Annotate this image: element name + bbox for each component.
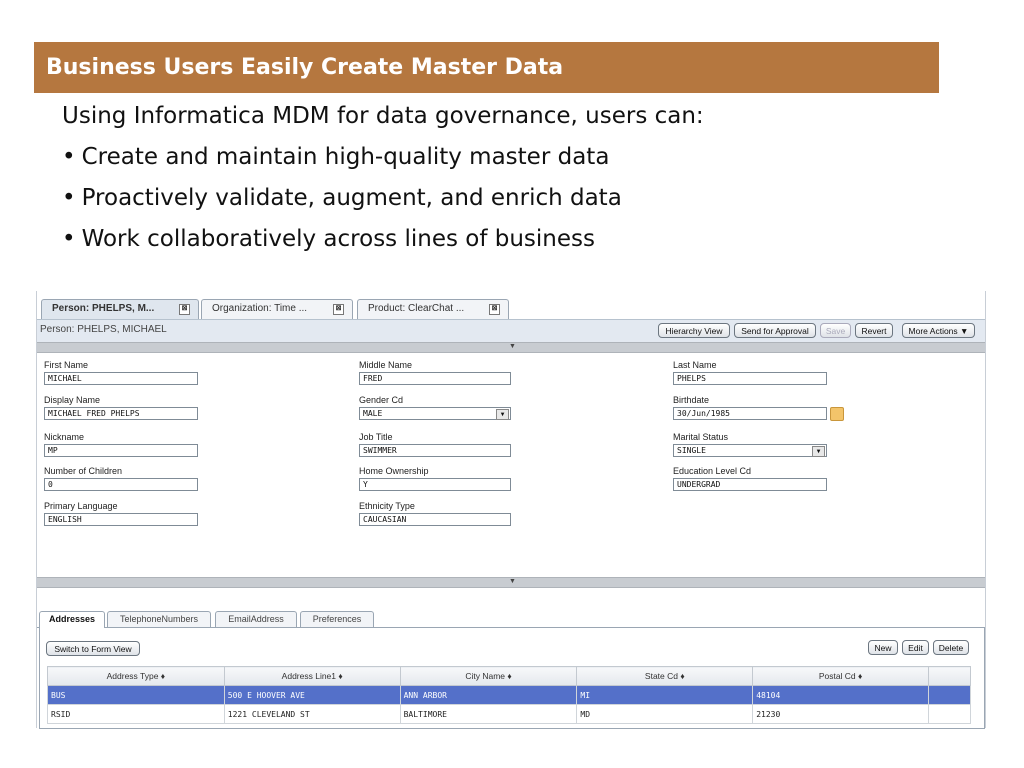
birthdate-field[interactable]: 30/Jun/1985 xyxy=(673,407,827,420)
table-cell: 48104 xyxy=(752,685,929,705)
job-title-field[interactable]: SWIMMER xyxy=(359,444,511,457)
label-primary-language: Primary Language xyxy=(44,501,118,511)
column-header-empty xyxy=(928,666,971,686)
section-splitter[interactable]: ▼ xyxy=(37,342,985,353)
child-tabs: Addresses TelephoneNumbers EmailAddress … xyxy=(37,609,985,628)
new-button[interactable]: New xyxy=(868,640,898,655)
table-cell: 500 E HOOVER AVE xyxy=(223,685,401,705)
tab-label: Person: PHELPS, M... xyxy=(52,303,155,314)
education-level-cd-field[interactable]: UNDERGRAD xyxy=(673,478,827,491)
revert-button[interactable]: Revert xyxy=(855,323,893,338)
tab-product[interactable]: Product: ClearChat ... ⊠ xyxy=(357,299,509,319)
section-splitter[interactable]: ▼ xyxy=(37,577,985,588)
column-header-address-line1[interactable]: Address Line1 ♦ xyxy=(223,666,401,686)
table-cell xyxy=(928,704,971,724)
hierarchy-view-button[interactable]: Hierarchy View xyxy=(658,323,730,338)
number-of-children-field[interactable]: 0 xyxy=(44,478,198,491)
tab-person[interactable]: Person: PHELPS, M... ⊠ xyxy=(41,299,199,319)
bullet-item: • Create and maintain high-quality master… xyxy=(62,143,622,184)
bullet-text: Work collaboratively across lines of bus… xyxy=(81,226,595,252)
send-for-approval-button[interactable]: Send for Approval xyxy=(734,323,816,338)
bullet-glyph: • xyxy=(62,185,76,211)
label-number-of-children: Number of Children xyxy=(44,466,123,476)
nickname-field[interactable]: MP xyxy=(44,444,198,457)
bullet-glyph: • xyxy=(62,226,76,252)
save-button[interactable]: Save xyxy=(820,323,851,338)
column-header-address-type[interactable]: Address Type ♦ xyxy=(47,666,225,686)
switch-to-form-view-button[interactable]: Switch to Form View xyxy=(46,641,140,656)
tab-addresses[interactable]: Addresses xyxy=(39,611,105,628)
middle-name-field[interactable]: FRED xyxy=(359,372,511,385)
bullet-item: • Work collaboratively across lines of bu… xyxy=(62,225,622,266)
table-row[interactable]: BUS 500 E HOOVER AVE ANN ARBOR MI 48104 xyxy=(47,685,971,705)
addresses-table: Address Type ♦ Address Line1 ♦ City Name… xyxy=(47,666,971,724)
tab-telephone-numbers[interactable]: TelephoneNumbers xyxy=(107,611,211,627)
table-cell: BALTIMORE xyxy=(399,704,578,724)
label-display-name: Display Name xyxy=(44,395,101,405)
label-first-name: First Name xyxy=(44,360,89,370)
collapse-arrow-icon[interactable]: ▼ xyxy=(509,343,516,350)
chevron-down-icon[interactable]: ▼ xyxy=(496,409,509,420)
close-icon[interactable]: ⊠ xyxy=(489,304,500,315)
table-cell xyxy=(928,685,971,705)
column-header-postal-cd[interactable]: Postal Cd ♦ xyxy=(752,666,929,686)
label-ethnicity-type: Ethnicity Type xyxy=(359,501,415,511)
marital-status-value: SINGLE xyxy=(677,446,706,455)
record-tabs: Person: PHELPS, M... ⊠ Organization: Tim… xyxy=(37,295,985,319)
label-education-level-cd: Education Level Cd xyxy=(673,466,752,476)
table-cell: RSID xyxy=(47,704,225,724)
first-name-field[interactable]: MICHAEL xyxy=(44,372,198,385)
close-icon[interactable]: ⊠ xyxy=(179,304,190,315)
gender-cd-select[interactable]: MALE ▼ xyxy=(359,407,511,420)
table-row[interactable]: RSID 1221 CLEVELAND ST BALTIMORE MD 2123… xyxy=(47,704,971,724)
table-cell: BUS xyxy=(47,685,225,705)
table-header-row: Address Type ♦ Address Line1 ♦ City Name… xyxy=(47,666,971,686)
column-header-city-name[interactable]: City Name ♦ xyxy=(399,666,578,686)
label-birthdate: Birthdate xyxy=(673,395,710,405)
display-name-field[interactable]: MICHAEL FRED PHELPS xyxy=(44,407,198,420)
label-marital-status: Marital Status xyxy=(673,432,729,442)
label-job-title: Job Title xyxy=(359,432,393,442)
label-last-name: Last Name xyxy=(673,360,717,370)
table-cell: ANN ARBOR xyxy=(399,685,578,705)
breadcrumb: Person: PHELPS, MICHAEL xyxy=(40,324,167,335)
chevron-down-icon[interactable]: ▼ xyxy=(812,446,825,457)
tab-label: Product: ClearChat ... xyxy=(368,303,465,314)
collapse-arrow-icon[interactable]: ▼ xyxy=(509,578,516,585)
calendar-icon[interactable] xyxy=(830,407,844,421)
label-middle-name: Middle Name xyxy=(359,360,413,370)
label-nickname: Nickname xyxy=(44,432,85,442)
slide-header-bar: Business Users Easily Create Master Data xyxy=(34,42,939,93)
gender-cd-value: MALE xyxy=(363,409,383,418)
home-ownership-field[interactable]: Y xyxy=(359,478,511,491)
column-header-state-cd[interactable]: State Cd ♦ xyxy=(576,666,754,686)
table-cell: MD xyxy=(576,704,754,724)
last-name-field[interactable]: PHELPS xyxy=(673,372,827,385)
primary-language-field[interactable]: ENGLISH xyxy=(44,513,198,526)
delete-button[interactable]: Delete xyxy=(933,640,969,655)
tab-preferences[interactable]: Preferences xyxy=(300,611,374,627)
bullet-list: • Create and maintain high-quality master… xyxy=(62,143,622,266)
bullet-text: Proactively validate, augment, and enric… xyxy=(81,185,622,211)
edit-button[interactable]: Edit xyxy=(902,640,929,655)
bullet-glyph: • xyxy=(62,144,76,170)
table-cell: 1221 CLEVELAND ST xyxy=(223,704,401,724)
ethnicity-type-field[interactable]: CAUCASIAN xyxy=(359,513,511,526)
label-home-ownership: Home Ownership xyxy=(359,466,429,476)
slide-title: Business Users Easily Create Master Data xyxy=(46,55,564,80)
table-cell: MI xyxy=(576,685,754,705)
tab-label: Organization: Time ... xyxy=(212,303,308,314)
table-cell: 21230 xyxy=(752,704,929,724)
close-icon[interactable]: ⊠ xyxy=(333,304,344,315)
mdm-app-screenshot: Person: PHELPS, M... ⊠ Organization: Tim… xyxy=(36,291,986,729)
more-actions-button[interactable]: More Actions ▼ xyxy=(902,323,975,338)
tab-email-address[interactable]: EmailAddress xyxy=(215,611,297,627)
intro-text: Using Informatica MDM for data governanc… xyxy=(62,103,704,129)
record-titlebar: Person: PHELPS, MICHAEL Hierarchy View S… xyxy=(37,319,985,342)
bullet-text: Create and maintain high-quality master … xyxy=(81,144,610,170)
tab-organization[interactable]: Organization: Time ... ⊠ xyxy=(201,299,353,319)
marital-status-select[interactable]: SINGLE ▼ xyxy=(673,444,827,457)
bullet-item: • Proactively validate, augment, and enri… xyxy=(62,184,622,225)
label-gender-cd: Gender Cd xyxy=(359,395,404,405)
